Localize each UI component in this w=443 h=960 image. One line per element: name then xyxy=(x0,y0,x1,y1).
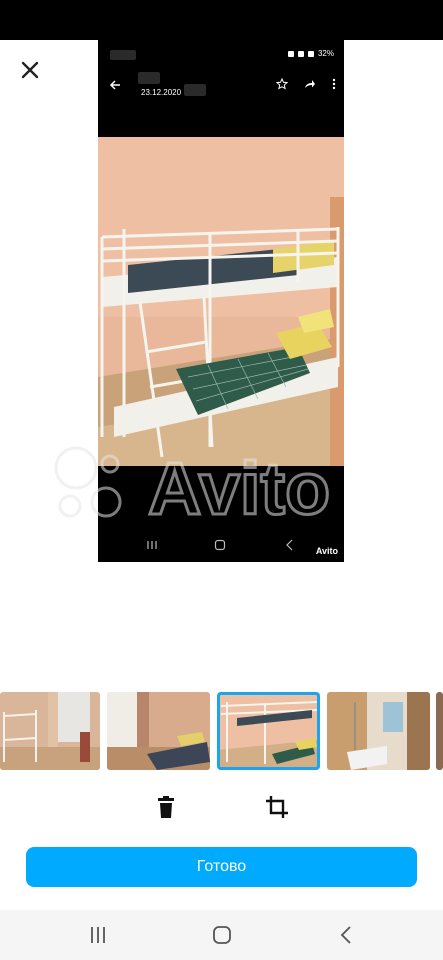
preview-status-icons: 32% xyxy=(287,49,334,58)
preview-toolbar-actions xyxy=(276,78,336,90)
thumbnail-1[interactable] xyxy=(0,692,100,770)
preview-status-bar: 32% xyxy=(98,40,344,72)
preview-back-icon xyxy=(109,80,120,90)
preview-home-icon xyxy=(214,539,226,551)
recents-icon[interactable] xyxy=(88,924,108,946)
preview-avito-logo: Avito xyxy=(315,546,338,556)
blurred-block xyxy=(110,50,136,60)
thumbnail-image xyxy=(327,692,430,770)
back-icon[interactable] xyxy=(338,924,354,946)
image-editor-screen: 32% 23.12.2020 Avito Avito Готово xyxy=(0,0,443,960)
thumbnail-3-selected[interactable] xyxy=(217,692,320,770)
close-button[interactable] xyxy=(16,56,44,84)
thumbnail-image xyxy=(436,692,443,770)
preview-battery-text: 32% xyxy=(317,49,334,58)
thumbnail-image xyxy=(217,692,320,770)
close-icon xyxy=(21,61,39,79)
done-button[interactable]: Готово xyxy=(26,847,417,887)
crop-button[interactable] xyxy=(264,794,290,820)
more-vertical-icon xyxy=(332,78,336,90)
thumbnail-4[interactable] xyxy=(327,692,430,770)
blurred-name xyxy=(138,72,160,84)
home-icon[interactable] xyxy=(211,924,233,946)
thumbnail-2[interactable] xyxy=(107,692,210,770)
system-nav-bar xyxy=(0,910,443,960)
bunk-bed-photo xyxy=(98,137,344,466)
delete-button[interactable] xyxy=(153,794,179,820)
preview-back-nav-icon xyxy=(286,539,293,551)
thumbnail-strip xyxy=(0,692,443,770)
thumbnail-image xyxy=(0,692,100,770)
share-icon xyxy=(305,80,315,88)
preview-date: 23.12.2020 xyxy=(141,88,182,97)
thumbnail-image xyxy=(107,692,210,770)
trash-icon xyxy=(158,796,174,818)
preview-nav-bar xyxy=(98,534,344,562)
thumbnail-5-partial[interactable] xyxy=(436,692,443,770)
star-icon xyxy=(276,78,288,90)
image-preview: 32% 23.12.2020 Avito xyxy=(98,40,344,562)
preview-recents-icon xyxy=(147,541,157,549)
top-black-strip xyxy=(0,0,443,40)
blurred-block xyxy=(184,84,206,96)
crop-icon xyxy=(266,796,288,818)
